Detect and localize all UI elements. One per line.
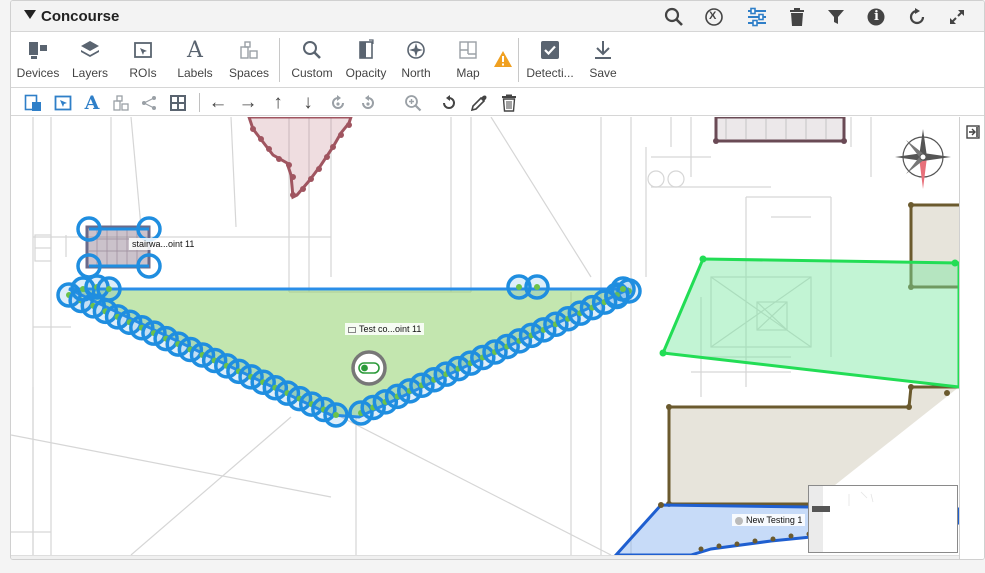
spaces-button[interactable]: Spaces — [225, 36, 273, 84]
roi-label-test-text: Test co...oint 11 — [359, 324, 422, 334]
roi-maroon-top[interactable] — [247, 117, 353, 200]
grid-view-icon[interactable] — [167, 92, 189, 114]
custom-button[interactable]: Custom — [288, 36, 336, 84]
collapse-side-panel-icon[interactable] — [966, 125, 980, 139]
app-root: Concourse X i Devices Layers ROIs A Labe… — [0, 0, 985, 573]
panel-header: Concourse X i — [11, 1, 984, 32]
compass-icon — [403, 36, 429, 64]
expand-icon[interactable] — [945, 5, 969, 29]
north-label: North — [401, 66, 431, 80]
minimap[interactable] — [808, 485, 958, 553]
info-icon[interactable]: i — [864, 5, 888, 29]
vertex-dot — [106, 286, 112, 292]
toolbar-divider — [279, 38, 280, 82]
vertex-dot — [333, 412, 339, 418]
vertex-dot — [516, 284, 522, 290]
layers-label: Layers — [71, 66, 109, 80]
roi-type-icon — [348, 326, 356, 333]
trash-icon[interactable] — [785, 5, 809, 29]
floorplan-icon — [455, 36, 481, 64]
device-toggle-marker[interactable] — [351, 350, 387, 386]
layers-icon — [77, 36, 103, 64]
devices-label: Devices — [16, 66, 60, 80]
toolbar-divider — [199, 93, 200, 112]
filter-icon[interactable] — [824, 5, 848, 29]
warning-icon[interactable] — [493, 50, 513, 68]
zoom-in-icon[interactable] — [402, 92, 424, 114]
main-toolbar: Devices Layers ROIs A Labels Spaces Cust… — [11, 32, 984, 88]
reset-icon[interactable] — [438, 92, 460, 114]
map-button[interactable]: Map — [449, 36, 487, 84]
add-text-icon[interactable]: A — [81, 92, 103, 114]
refresh-icon[interactable] — [905, 5, 929, 29]
vertex-dot — [620, 286, 626, 292]
concourse-panel: Concourse X i Devices Layers ROIs A Labe… — [10, 0, 985, 560]
delete-icon[interactable] — [498, 92, 520, 114]
opacity-button[interactable]: Opacity — [341, 36, 391, 84]
toolbar-divider — [518, 38, 519, 82]
search-icon[interactable] — [662, 5, 686, 29]
draw-roi-icon[interactable] — [52, 92, 74, 114]
roi-test-triangle[interactable] — [56, 274, 642, 428]
add-space-icon[interactable] — [110, 92, 132, 114]
save-label: Save — [589, 66, 617, 80]
side-panel-strip — [959, 117, 984, 559]
labels-button[interactable]: A Labels — [173, 36, 217, 84]
move-left-icon[interactable]: ← — [207, 92, 229, 114]
devices-icon — [25, 36, 51, 64]
add-device-icon[interactable] — [22, 92, 44, 114]
checkbox-icon — [537, 36, 563, 64]
move-up-icon[interactable]: ↑ — [267, 92, 289, 114]
rotate-counterclockwise-icon[interactable] — [357, 92, 379, 114]
magnifier-icon — [299, 36, 325, 64]
north-button[interactable]: North — [395, 36, 437, 84]
rois-button[interactable]: ROIs — [121, 36, 165, 84]
roi-top-right-room[interactable] — [713, 117, 847, 144]
minimap-floorplan — [848, 491, 874, 506]
roi-green-zone[interactable] — [659, 255, 960, 389]
download-icon — [590, 36, 616, 64]
rois-label: ROIs — [129, 66, 157, 80]
compass-rose[interactable] — [895, 129, 951, 189]
detection-button[interactable]: Detecti... — [523, 36, 577, 84]
labels-label: Labels — [177, 66, 213, 80]
text-label-icon: A — [182, 36, 208, 64]
spaces-label: Spaces — [228, 66, 270, 80]
move-down-icon[interactable]: ↓ — [297, 92, 319, 114]
vertex-dot — [534, 284, 540, 290]
space-label: New Testing 1 — [732, 514, 806, 526]
opacity-icon — [353, 36, 379, 64]
space-label-text: New Testing 1 — [746, 515, 803, 525]
rotate-clockwise-icon[interactable] — [327, 92, 349, 114]
floorplan-canvas[interactable]: stairwa...oint 11 Test co...oint 11 New … — [11, 117, 959, 555]
horizontal-scrollbar[interactable] — [11, 555, 959, 559]
add-text-glyph: A — [84, 92, 100, 114]
edit-toolbar: A ← → ↑ ↓ — [11, 89, 984, 116]
clear-icon-glyph: X — [709, 10, 717, 22]
move-right-icon[interactable]: → — [237, 92, 259, 114]
share-nodes-icon[interactable] — [138, 92, 160, 114]
eyedropper-icon[interactable] — [468, 92, 490, 114]
map-label: Map — [456, 66, 480, 80]
roi-label-test: Test co...oint 11 — [345, 323, 425, 335]
sliders-icon[interactable] — [745, 5, 769, 29]
opacity-label: Opacity — [345, 66, 387, 80]
spaces-icon — [236, 36, 262, 64]
devices-button[interactable]: Devices — [15, 36, 61, 84]
panel-title: Concourse — [41, 8, 120, 25]
custom-label: Custom — [291, 66, 333, 80]
text-label-glyph: A — [187, 37, 203, 63]
roi-label-stairwell: stairwa...oint 11 — [129, 238, 198, 250]
roi-icon — [130, 36, 156, 64]
layers-button[interactable]: Layers — [67, 36, 113, 84]
clear-icon[interactable]: X — [702, 5, 726, 29]
user-icon — [735, 516, 743, 525]
collapse-caret-icon[interactable] — [24, 10, 36, 19]
save-button[interactable]: Save — [583, 36, 623, 84]
detection-label: Detecti... — [526, 66, 574, 80]
info-icon-glyph: i — [874, 9, 879, 24]
